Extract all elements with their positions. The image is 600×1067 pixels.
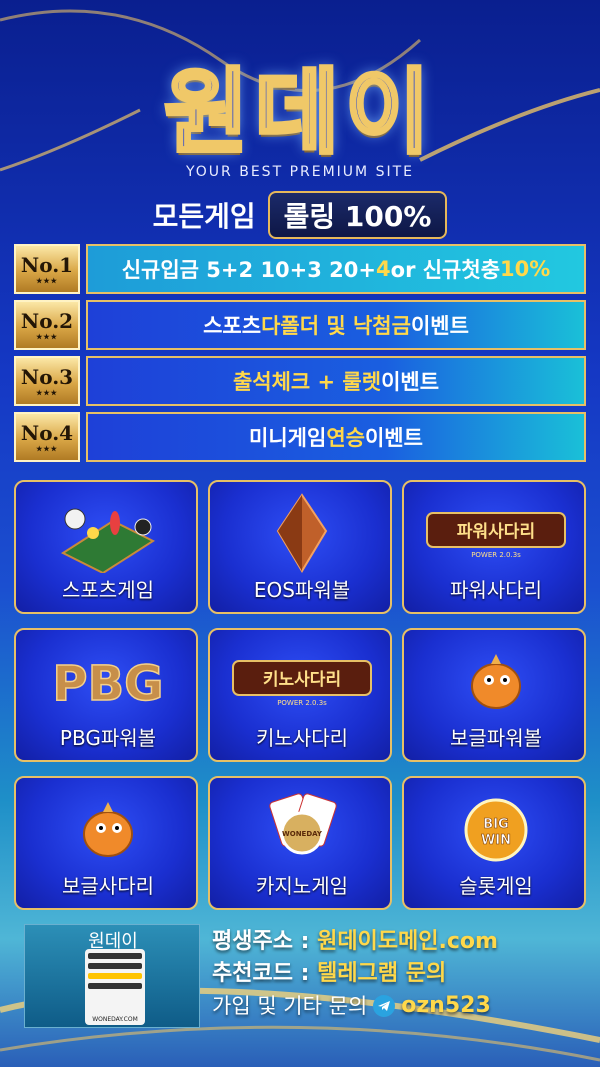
eos-crystal-icon [210,490,390,576]
screen-bar [88,963,142,969]
bubble-dragon-icon [16,786,196,872]
svg-text:파워사다리: 파워사다리 [457,522,535,542]
big-win-icon: BIG WIN [404,786,584,872]
game-label: 슬롯게임 [459,874,533,898]
code-value: 텔레그램 문의 [317,961,447,986]
power-ladder-logo: 파워사다리 POWER 2.0.3s [404,490,584,576]
promo-text-highlight: 출석체크 + 룰렛 [232,370,382,394]
promo-row[interactable]: No.2 ★★★ 스포츠 다폴더 및 낙첨금 이벤트 [14,300,586,350]
badge-stars: ★★★ [36,275,58,285]
referral-code-line: 추천코드 : 텔레그램 문의 [212,958,592,990]
footer: 원데이 WONEDAY.COM 평생주소 : 원데이도메인.com 추천코드 :… [24,924,584,1030]
game-tile-casino[interactable]: WONEDAY 카지노게임 [208,776,392,910]
svg-text:POWER 2.0.3s: POWER 2.0.3s [277,699,327,707]
promo-list: No.1 ★★★ 신규입금 5+2 10+3 20+ 4 or 신규첫충 10% … [14,244,586,468]
game-label: 보글파워볼 [450,726,542,750]
pbg-logo: PBG [16,638,196,724]
badge-stars: ★★★ [36,443,58,453]
promo-text-part: 이벤트 [381,370,440,394]
code-label: 추천코드 : [212,961,318,986]
promo-text: 스포츠 다폴더 및 낙첨금 이벤트 [86,300,586,350]
game-label: 스포츠게임 [62,578,154,602]
promo-text: 미니게임 연승 이벤트 [86,412,586,462]
game-tile-pbg-powerball[interactable]: PBG PBG파워볼 [14,628,198,762]
game-label: 키노사다리 [256,726,348,750]
promo-text-part: 이벤트 [364,426,423,450]
brand-tagline: YOUR BEST PREMIUM SITE [186,164,414,180]
screen-bar [88,973,142,979]
contact-label: 가입 및 기타 문의 [212,994,368,1018]
badge-number: No.1 [20,252,74,277]
promo-text-part: 이벤트 [410,314,469,338]
screen-bar [88,953,142,959]
game-tile-bubble-powerball[interactable]: 보글파워볼 [402,628,586,762]
promo-text-part: 스포츠 [203,314,262,338]
brand-title: 원데이 [162,57,436,168]
promo-text-highlight: 4 [376,257,391,281]
headline-banner: 모든게임 롤링 100% [0,191,600,239]
svg-text:PBG: PBG [52,656,163,712]
telegram-id-link[interactable]: ozn523 [401,990,491,1022]
svg-text:키노사다리: 키노사다리 [263,670,341,690]
svg-text:BIG: BIG [483,817,508,832]
contact-line: 가입 및 기타 문의 ozn523 [212,990,592,1022]
svg-text:WONEDAY: WONEDAY [282,830,323,838]
badge-number: No.4 [20,420,74,445]
address-link[interactable]: 원데이도메인.com [317,929,498,954]
headline-pill: 롤링 100% [267,191,448,239]
game-tile-bubble-ladder[interactable]: 보글사다리 [14,776,198,910]
promo-text-highlight: 연승 [326,426,365,450]
promo-row[interactable]: No.1 ★★★ 신규입금 5+2 10+3 20+ 4 or 신규첫충 10% [14,244,586,294]
svg-text:POWER 2.0.3s: POWER 2.0.3s [471,551,521,559]
promo-badge: No.2 ★★★ [14,300,80,350]
soccer-field-icon [16,490,196,576]
game-label: 카지노게임 [256,874,348,898]
promo-badge: No.1 ★★★ [14,244,80,294]
game-tile-sports[interactable]: 스포츠게임 [14,480,198,614]
game-tile-eos-powerball[interactable]: EOS파워볼 [208,480,392,614]
keno-ladder-logo: 키노사다리 POWER 2.0.3s [210,638,390,724]
badge-stars: ★★★ [36,331,58,341]
game-label: 파워사다리 [450,578,542,602]
screen-bar [88,983,142,989]
badge-stars: ★★★ [36,387,58,397]
game-label: EOS파워볼 [253,578,351,602]
promo-text-part: or 신규첫충 [390,258,501,282]
mobile-preview: 원데이 WONEDAY.COM [24,924,200,1028]
footer-info: 평생주소 : 원데이도메인.com 추천코드 : 텔레그램 문의 가입 및 기타… [212,926,592,1022]
promo-row[interactable]: No.3 ★★★ 출석체크 + 룰렛 이벤트 [14,356,586,406]
headline-left: 모든게임 [152,200,256,233]
casino-chip-icon: WONEDAY [210,786,390,872]
address-line: 평생주소 : 원데이도메인.com [212,926,592,958]
promo-badge: No.3 ★★★ [14,356,80,406]
promo-text-highlight: 10% [500,257,551,281]
address-label: 평생주소 : [212,929,318,954]
game-tile-slots[interactable]: BIG WIN 슬롯게임 [402,776,586,910]
svg-text:WIN: WIN [481,833,511,848]
game-label: PBG파워볼 [59,726,157,750]
phone-screen: WONEDAY.COM [85,949,145,1025]
bubble-dragon-icon [404,638,584,724]
game-tile-keno-ladder[interactable]: 키노사다리 POWER 2.0.3s 키노사다리 [208,628,392,762]
promo-text-part: 미니게임 [249,426,327,450]
badge-number: No.2 [20,308,74,333]
promo-row[interactable]: No.4 ★★★ 미니게임 연승 이벤트 [14,412,586,462]
badge-number: No.3 [20,364,74,389]
game-label: 보글사다리 [62,874,154,898]
game-tile-power-ladder[interactable]: 파워사다리 POWER 2.0.3s 파워사다리 [402,480,586,614]
promo-badge: No.4 ★★★ [14,412,80,462]
promo-text: 출석체크 + 룰렛 이벤트 [86,356,586,406]
telegram-icon [373,995,396,1017]
promo-text-highlight: 다폴더 및 낙첨금 [261,314,411,338]
promo-text-part: 신규입금 5+2 10+3 20+ [121,258,377,282]
promo-text: 신규입금 5+2 10+3 20+ 4 or 신규첫충 10% [86,244,586,294]
phone-url: WONEDAY.COM [92,1016,138,1023]
